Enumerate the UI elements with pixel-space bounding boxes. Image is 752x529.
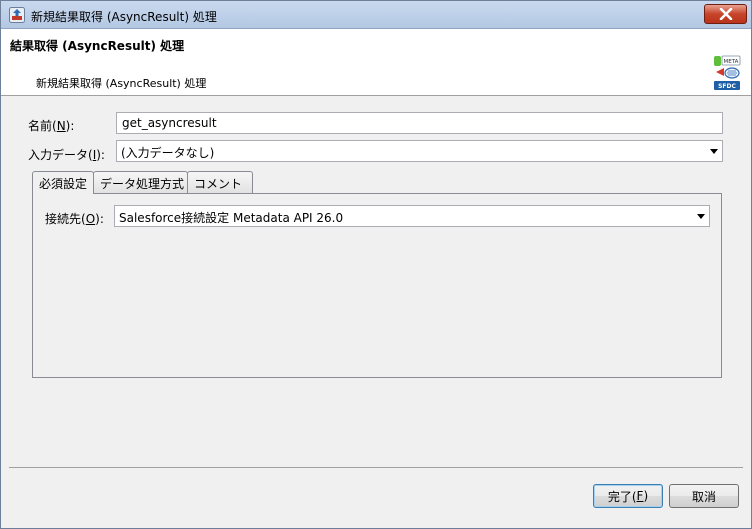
- name-input[interactable]: get_asyncresult: [116, 112, 723, 134]
- input-data-label: 入力データ(I):: [28, 146, 105, 163]
- chevron-down-icon: [710, 149, 718, 154]
- tab-comment[interactable]: コメント: [187, 171, 253, 193]
- name-label: 名前(N):: [28, 117, 74, 134]
- connection-label-suffix: ):: [95, 212, 104, 226]
- connection-select[interactable]: Salesforce接続設定 Metadata API 26.0: [114, 205, 710, 227]
- finish-label-key: F: [636, 489, 644, 503]
- sfdc-metadata-logo-icon: META SFDC: [714, 55, 741, 90]
- connection-label-prefix: 接続先(: [45, 212, 86, 226]
- finish-label-prefix: 完了(: [607, 489, 637, 504]
- svg-text:SFDC: SFDC: [718, 83, 736, 90]
- finish-label-suffix: ): [643, 489, 649, 503]
- header-title: 結果取得 (AsyncResult) 処理: [10, 39, 185, 53]
- cancel-button[interactable]: 取消: [669, 484, 739, 508]
- connection-label: 接続先(O):: [45, 210, 104, 227]
- close-button[interactable]: [704, 4, 747, 24]
- name-label-suffix: ):: [65, 119, 75, 133]
- header-panel: 結果取得 (AsyncResult) 処理 新規結果取得 (AsyncResul…: [1, 29, 751, 96]
- svg-text:META: META: [724, 59, 739, 65]
- app-icon: [9, 7, 25, 23]
- input-data-value: (入力データなし): [121, 146, 215, 160]
- connection-value: Salesforce接続設定 Metadata API 26.0: [119, 211, 344, 225]
- header-description: 新規結果取得 (AsyncResult) 処理: [36, 77, 207, 90]
- chevron-down-icon: [697, 214, 705, 219]
- dialog-window: 新規結果取得 (AsyncResult) 処理 結果取得 (AsyncResul…: [0, 0, 752, 529]
- title-bar[interactable]: 新規結果取得 (AsyncResult) 処理: [1, 1, 751, 29]
- name-label-prefix: 名前(: [28, 119, 57, 133]
- input-data-label-suffix: ):: [96, 148, 105, 162]
- tab-data-processing[interactable]: データ処理方式: [93, 171, 188, 193]
- name-label-key: N: [56, 119, 66, 133]
- tab-panel-required-settings: 接続先(O): Salesforce接続設定 Metadata API 26.0: [32, 193, 722, 378]
- tab-required-settings[interactable]: 必須設定: [32, 171, 94, 194]
- input-data-select[interactable]: (入力データなし): [116, 140, 723, 162]
- finish-button[interactable]: 完了(F): [593, 484, 663, 508]
- input-data-label-prefix: 入力データ(: [28, 148, 93, 162]
- footer-divider: [9, 467, 743, 468]
- window-title: 新規結果取得 (AsyncResult) 処理: [31, 10, 217, 24]
- connection-label-key: O: [85, 212, 96, 226]
- close-icon: [719, 8, 732, 20]
